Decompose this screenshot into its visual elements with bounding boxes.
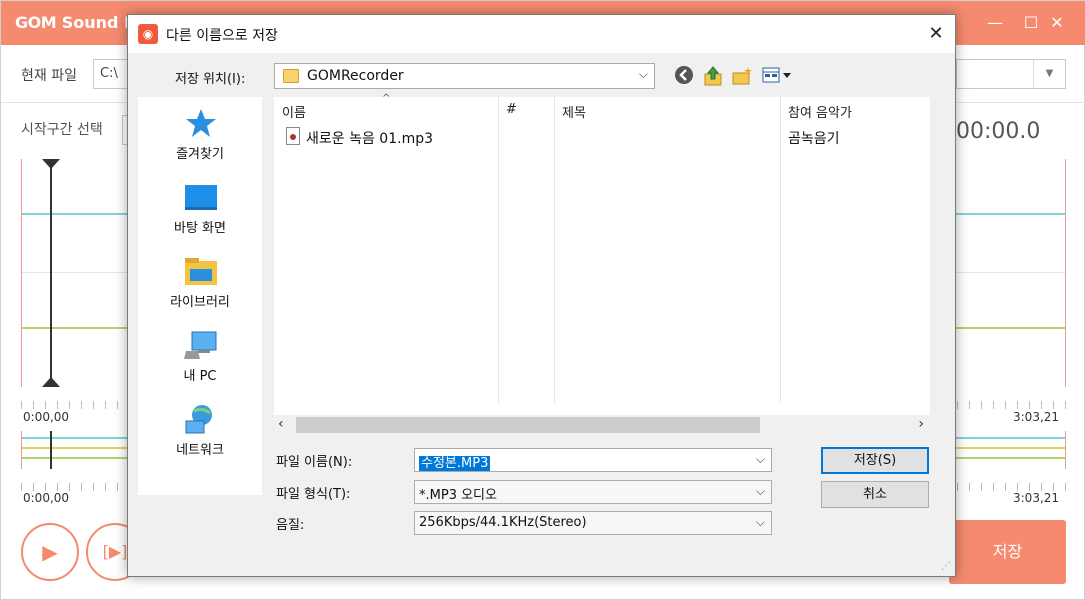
save-in-value: GOMRecorder [307,68,404,84]
place-favorites[interactable]: 즐겨찾기 [138,97,262,171]
place-label: 네트워크 [176,443,224,458]
dialog-body: 저장 위치(I): GOMRecorder ⌵ 즐겨찾기 바탕 화면 라이브러리… [128,53,955,576]
computer-icon [184,331,217,359]
quality-label: 음질: [276,518,305,533]
view-menu-icon[interactable] [760,65,794,87]
maximize-icon[interactable]: ☐ [1021,13,1041,32]
app-close-icon[interactable]: ✕ [1047,13,1067,32]
place-label: 라이브러리 [170,295,230,310]
filetype-value: *.MP3 오디오 [419,488,497,503]
file-list[interactable]: ^ 이름 # 제목 참여 음악가 새로운 녹음 01.mp3 곰녹음기 [274,93,930,423]
place-label: 즐겨찾기 [176,147,224,162]
save-in-dropdown[interactable]: GOMRecorder ⌵ [274,63,655,89]
app-save-button[interactable]: 저장 [949,520,1066,584]
dropdown-arrow-icon[interactable]: ▼ [1033,59,1066,89]
places-bar: 즐겨찾기 바탕 화면 라이브러리 내 PC 네트워크 [138,97,262,495]
play-button[interactable]: ▶ [21,523,79,581]
filename-value[interactable]: 수정본.MP3 [419,456,491,471]
save-button[interactable]: 저장(S) [821,447,929,474]
folder-icon [283,69,299,83]
place-library[interactable]: 라이브러리 [138,245,262,319]
playhead-bottom-handle[interactable] [42,377,60,387]
column-header-title[interactable]: 제목 [554,97,780,123]
save-in-label: 저장 위치(I): [175,72,246,87]
column-label: 이름 [282,106,306,121]
scroll-left-icon[interactable]: ‹ [278,416,284,432]
minimize-icon[interactable]: — [985,13,1005,32]
app-title: GOM Sound E [15,13,135,32]
new-folder-icon[interactable] [731,65,753,87]
filetype-label: 파일 형식(T): [276,487,351,502]
place-label: 바탕 화면 [174,221,226,236]
chevron-down-icon[interactable]: ⌵ [756,515,765,530]
dialog-titlebar[interactable]: ◉ 다른 이름으로 저장 ✕ [128,15,955,53]
gom-app-icon: ◉ [138,24,158,44]
close-icon[interactable]: ✕ [924,23,948,44]
network-icon [185,405,212,434]
filetype-dropdown[interactable]: *.MP3 오디오 ⌵ [414,480,772,504]
sort-ascending-icon: ^ [382,93,391,104]
save-as-dialog: ◉ 다른 이름으로 저장 ✕ 저장 위치(I): GOMRecorder ⌵ 즐… [127,14,956,577]
filename-field[interactable]: 수정본.MP3 ⌵ [414,448,772,472]
app-logo: GOM [15,13,57,32]
column-header-number[interactable]: # [498,97,554,123]
overview-time-start: 0:00,00 [23,491,70,505]
dialog-title: 다른 이름으로 저장 [166,28,278,44]
start-section-label: 시작구간 선택 [21,122,103,138]
chevron-down-icon[interactable]: ⌵ [639,67,648,82]
column-header-name[interactable]: ^ 이름 [274,93,498,123]
playhead-top-handle[interactable] [42,159,60,169]
app-title-text: Sound E [56,13,135,32]
scroll-right-icon[interactable]: › [918,416,924,432]
audio-file-icon [286,127,300,145]
place-label: 내 PC [183,369,217,384]
playhead[interactable] [50,159,52,387]
quality-value: 256Kbps/44.1KHz(Stereo) [419,515,587,530]
up-folder-icon[interactable] [702,65,724,87]
star-icon [186,109,216,137]
place-desktop[interactable]: 바탕 화면 [138,171,262,245]
desktop-icon [185,185,217,210]
chevron-down-icon[interactable]: ⌵ [756,452,765,467]
time-start-label: 0:00,00 [23,410,70,424]
file-artist: 곰녹음기 [788,131,840,147]
column-header-artist[interactable]: 참여 음악가 [780,97,930,123]
filename-label: 파일 이름(N): [276,455,353,470]
file-name: 새로운 녹음 01.mp3 [306,131,433,147]
place-network[interactable]: 네트워크 [138,393,262,467]
back-icon[interactable] [673,65,695,87]
chevron-down-icon[interactable]: ⌵ [756,484,765,499]
file-row[interactable]: 새로운 녹음 01.mp3 곰녹음기 [274,125,930,149]
overview-time-end: 3:03,21 [1013,491,1060,505]
library-icon [185,258,217,285]
quality-dropdown[interactable]: 256Kbps/44.1KHz(Stereo) ⌵ [414,511,772,535]
horizontal-scrollbar[interactable]: ‹ › [274,415,930,435]
time-display: 00:00.0 [956,119,1041,144]
current-file-label: 현재 파일 [21,68,77,84]
scrollbar-thumb[interactable] [296,417,760,433]
time-end-label: 3:03,21 [1013,410,1060,424]
resize-grip-icon[interactable]: ⋰ [941,561,951,572]
place-this-pc[interactable]: 내 PC [138,319,262,393]
cancel-button[interactable]: 취소 [821,481,929,508]
overview-playhead[interactable] [50,431,52,469]
